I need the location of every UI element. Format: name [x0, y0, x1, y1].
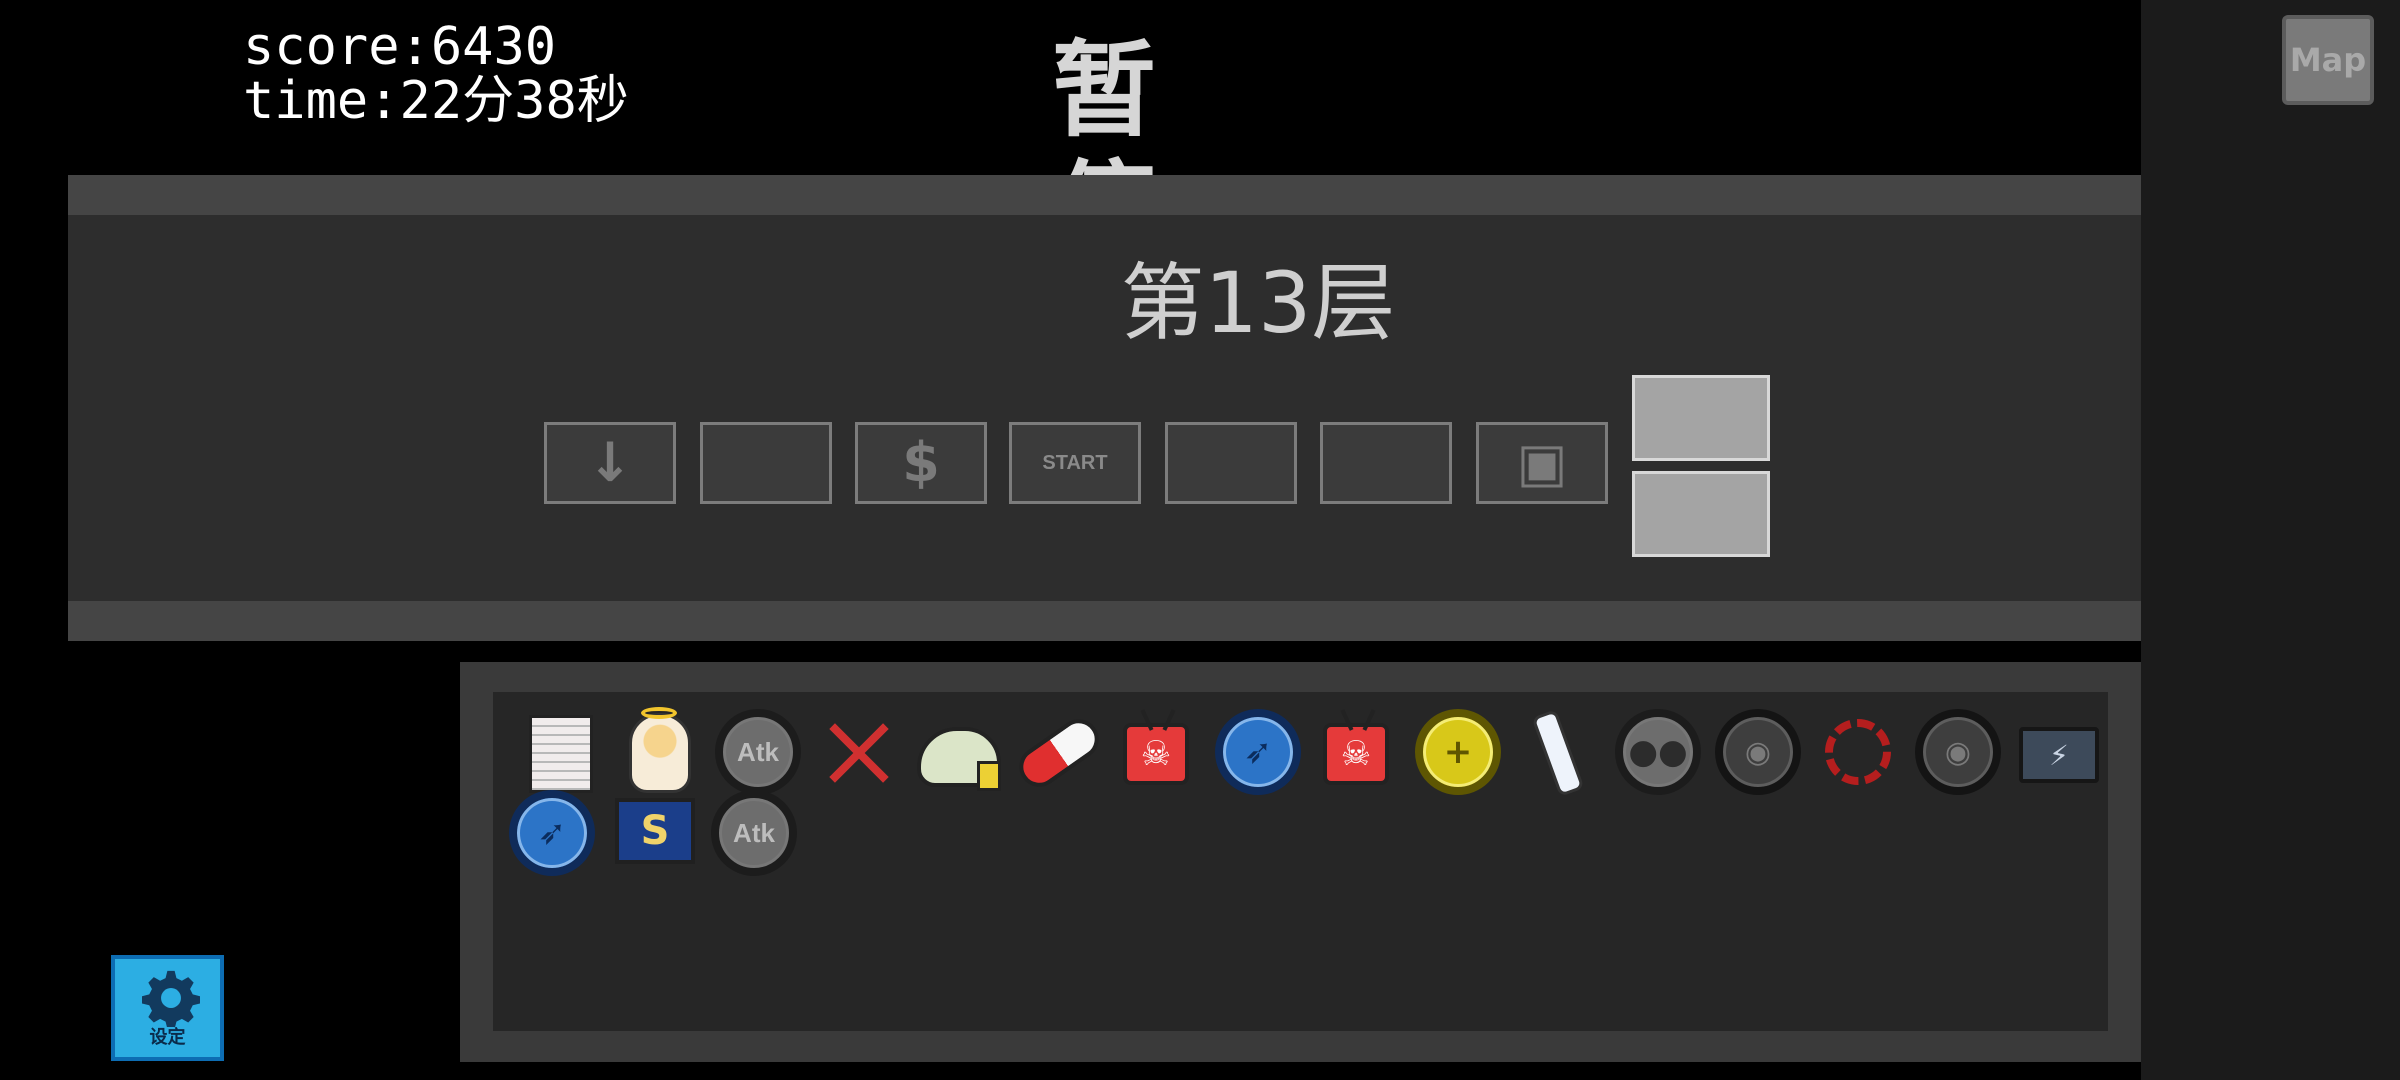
dollar-icon: $ [902, 431, 940, 494]
eye-badge-icon[interactable]: ◉ [1711, 705, 1805, 799]
time-text: time:22分38秒 [243, 71, 629, 131]
items-panel: Atk ☠ ➶ ☠ + ●● ◉ ◉ ⚡ ➶ S Atk [493, 692, 2108, 1031]
scroll-icon[interactable] [511, 705, 605, 799]
panel-band-bottom [68, 601, 2141, 641]
start-room-label: START [1042, 451, 1108, 474]
red-tv-skull-icon[interactable]: ☠ [1111, 705, 1205, 799]
room-treasure[interactable]: ▣ [1476, 422, 1608, 504]
room-empty-2[interactable] [1165, 422, 1297, 504]
card-icon[interactable]: S [607, 786, 701, 880]
panel-band-top [68, 175, 2141, 215]
floor-panel: 第13层 ↓ $ START ▣ [68, 175, 2141, 641]
red-spiral-icon[interactable] [1811, 705, 1905, 799]
floor-title: 第13层 [1120, 254, 1396, 352]
battery-icon[interactable]: ⚡ [2011, 705, 2105, 799]
room-bright-bottom[interactable] [1632, 471, 1770, 557]
yellow-badge-icon[interactable]: + [1411, 705, 1505, 799]
red-tv-skull-icon[interactable]: ☠ [1311, 705, 1405, 799]
down-arrow-icon: ↓ [587, 431, 633, 494]
angel-icon[interactable] [611, 705, 705, 799]
pill-icon[interactable] [1011, 705, 1107, 799]
room-shop[interactable]: $ [855, 422, 987, 504]
right-panel [2141, 0, 2400, 1080]
room-start[interactable]: START [1009, 422, 1141, 504]
room-down[interactable]: ↓ [544, 422, 676, 504]
red-cross-icon[interactable] [811, 705, 905, 799]
spray-bottle-icon[interactable] [1511, 705, 1605, 799]
room-empty-3[interactable] [1320, 422, 1452, 504]
room-empty-1[interactable] [700, 422, 832, 504]
map-button[interactable]: Map [2282, 15, 2374, 105]
eye-badge-icon[interactable]: ◉ [1911, 705, 2005, 799]
monster-icon[interactable] [911, 705, 1005, 799]
settings-button[interactable]: 设定 [111, 955, 224, 1061]
settings-label: 设定 [149, 1027, 186, 1048]
skull-badge-icon[interactable]: ●● [1611, 705, 1705, 799]
score-text: score:6430 [243, 17, 557, 77]
gear-icon [142, 970, 200, 1027]
chest-icon: ▣ [1516, 431, 1568, 494]
blue-bow-badge-icon[interactable]: ➶ [505, 786, 599, 880]
atk-badge-icon[interactable]: Atk [707, 786, 801, 880]
blue-bow-badge-icon[interactable]: ➶ [1211, 705, 1305, 799]
atk-badge-icon[interactable]: Atk [711, 705, 805, 799]
room-bright-top[interactable] [1632, 375, 1770, 461]
